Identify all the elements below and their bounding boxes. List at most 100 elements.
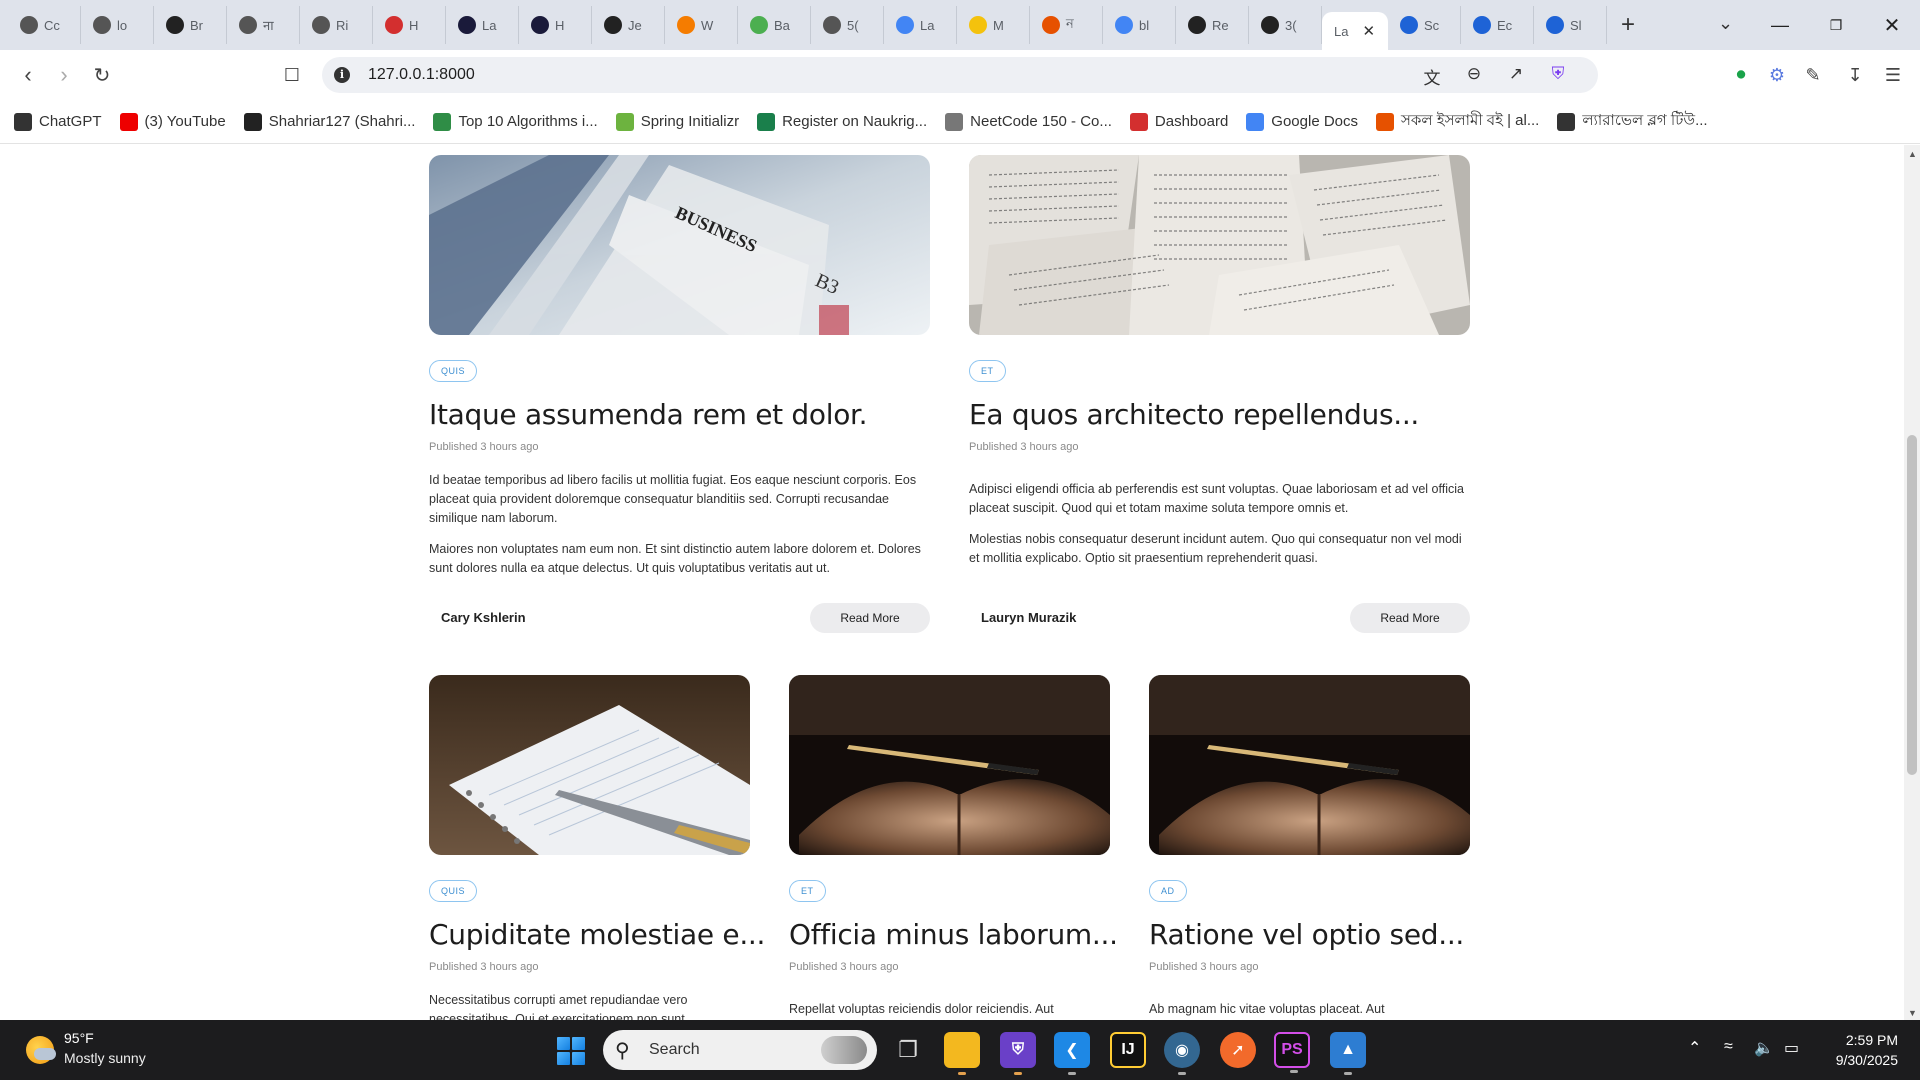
postman-icon[interactable]: ➚ (1220, 1032, 1256, 1068)
read-more-button[interactable]: Read More (810, 603, 930, 633)
task-view-icon[interactable]: ❐ (890, 1032, 926, 1068)
browser-tab[interactable]: H (519, 6, 592, 44)
taskbar-search[interactable]: ⚲ Search (603, 1030, 877, 1070)
tab-search-chevron-icon[interactable]: ⌄ (1718, 13, 1733, 34)
browser-tab[interactable]: H (373, 6, 446, 44)
translate-icon[interactable]: 文 (1420, 64, 1444, 88)
bookmark-item[interactable]: Shahriar127 (Shahri... (243, 112, 415, 131)
browser-tab[interactable]: lo (81, 6, 154, 44)
page-scrollbar[interactable]: ▲ ▼ (1904, 145, 1920, 1020)
new-tab-button[interactable]: + (1621, 11, 1635, 39)
minimize-button[interactable]: — (1752, 0, 1808, 50)
bookmark-item[interactable]: Google Docs (1246, 112, 1359, 131)
newspaper-image[interactable]: BUSINESS B3 (429, 155, 930, 335)
vpn-shield-icon[interactable]: ⛨ (1000, 1032, 1036, 1075)
vscode-icon[interactable]: ❮ (1054, 1032, 1090, 1075)
browser-tab[interactable]: Br (154, 6, 227, 44)
forward-button[interactable]: › (50, 61, 78, 89)
browser-tab[interactable]: La (446, 6, 519, 44)
battery-icon[interactable]: ▭ (1784, 1038, 1799, 1058)
bookmark-item[interactable]: Spring Initializr (615, 112, 739, 131)
weather-description[interactable]: Mostly sunny (64, 1050, 146, 1066)
download-icon[interactable]: ↧ (1842, 62, 1868, 88)
scroll-down-arrow-icon[interactable]: ▼ (1908, 1008, 1917, 1018)
postgres-icon[interactable]: ◉ (1164, 1032, 1200, 1075)
notebook-pen-image[interactable] (429, 675, 750, 855)
bookmark-icon[interactable]: ☐ (278, 61, 306, 89)
volume-icon[interactable]: 🔈 (1754, 1038, 1774, 1058)
zoom-icon[interactable]: ⊖ (1462, 64, 1486, 86)
browser-tab[interactable]: ना (227, 6, 300, 44)
bookmark-label: Google Docs (1271, 113, 1359, 130)
photos-icon[interactable]: ▲ (1330, 1032, 1366, 1075)
post-title[interactable]: Ea quos architecto repellendus... (969, 398, 1470, 431)
weather-temp[interactable]: 95°F (64, 1030, 94, 1046)
browser-tab[interactable]: 5( (811, 6, 884, 44)
browser-tab[interactable]: bl (1103, 6, 1176, 44)
bookmark-item[interactable]: ChatGPT (14, 112, 102, 131)
system-clock[interactable]: 2:59 PM 9/30/2025 (1818, 1030, 1898, 1070)
bookmark-item[interactable]: NeetCode 150 - Co... (945, 112, 1112, 131)
wifi-icon[interactable]: ≈ (1724, 1038, 1733, 1056)
bookmark-item[interactable]: সকল ইসলামী বই | al... (1376, 109, 1539, 134)
browser-tab[interactable]: La ✕ (1322, 12, 1388, 50)
browser-tab[interactable]: Cc (8, 6, 81, 44)
old-pages-image[interactable] (969, 155, 1470, 335)
share-icon[interactable]: ↗ (1504, 64, 1528, 86)
adblock-icon[interactable]: ⚫ (1728, 62, 1754, 88)
bookmark-item[interactable]: (3) YouTube (119, 112, 226, 131)
bookmark-item[interactable]: Top 10 Algorithms i... (433, 112, 598, 131)
published-time: Published 3 hours ago (969, 441, 1079, 453)
phpstorm-icon[interactable]: PS (1274, 1032, 1310, 1073)
scroll-thumb[interactable] (1907, 435, 1917, 775)
browser-tab[interactable]: Ba (738, 6, 811, 44)
category-tag[interactable]: ET (969, 360, 1006, 382)
browser-tab[interactable]: M (957, 6, 1030, 44)
bookmark-item[interactable]: Register on Naukrig... (757, 112, 927, 131)
windows-start-icon[interactable] (557, 1037, 585, 1065)
settings-extension-icon[interactable]: ⚙ (1764, 62, 1790, 88)
weather-sun-icon[interactable] (26, 1036, 56, 1064)
category-tag[interactable]: AD (1149, 880, 1187, 902)
gfg-icon (433, 112, 452, 131)
post-title[interactable]: Cupiditate molestiae e... (429, 918, 765, 951)
menu-icon[interactable]: ☰ (1880, 62, 1906, 88)
browser-tab[interactable]: Re (1176, 6, 1249, 44)
category-tag[interactable]: QUIS (429, 880, 478, 902)
browser-tab[interactable]: ন (1030, 6, 1103, 44)
intellij-icon[interactable]: IJ (1110, 1032, 1146, 1068)
read-more-button[interactable]: Read More (1350, 603, 1470, 633)
post-title[interactable]: Ratione vel optio sed... (1149, 918, 1470, 951)
browser-tab[interactable]: W (665, 6, 738, 44)
url-text[interactable]: 127.0.0.1:8000 (368, 66, 475, 84)
close-tab-icon[interactable]: ✕ (1362, 22, 1375, 40)
scroll-up-arrow-icon[interactable]: ▲ (1908, 149, 1917, 159)
bookmark-item[interactable]: ল্যারাভেল ব্লগ টিউ... (1557, 109, 1708, 134)
file-explorer-icon[interactable] (944, 1032, 980, 1075)
open-book-pen-image[interactable] (1149, 675, 1470, 855)
extensions-icon[interactable]: ✎ (1800, 62, 1826, 88)
back-button[interactable]: ‹ (14, 61, 42, 89)
browser-tab[interactable]: Je (592, 6, 665, 44)
browser-tab[interactable]: La (884, 6, 957, 44)
site-info-icon[interactable]: i (334, 67, 350, 83)
open-book-pen-image[interactable] (789, 675, 1110, 855)
coin-icon (969, 16, 987, 34)
restore-button[interactable]: ❐ (1808, 0, 1864, 50)
post-title[interactable]: Officia minus laborum... (789, 918, 1118, 951)
close-window-button[interactable]: ✕ (1864, 0, 1920, 50)
bookmark-item[interactable]: Dashboard (1129, 112, 1229, 131)
browser-tab[interactable]: Sc (1388, 6, 1461, 44)
post-title[interactable]: Itaque assumenda rem et dolor. (429, 398, 930, 431)
browser-tab[interactable]: Ec (1461, 6, 1534, 44)
category-tag[interactable]: ET (789, 880, 826, 902)
bookmark-label: Dashboard (1154, 113, 1229, 130)
category-tag[interactable]: QUIS (429, 360, 478, 382)
tray-chevron-icon[interactable]: ⌃ (1688, 1038, 1701, 1058)
address-bar[interactable]: i 127.0.0.1:8000 文 ⊖ ↗ ⛨ (322, 57, 1598, 93)
reload-button[interactable]: ↻ (88, 61, 116, 89)
browser-tab[interactable]: 3( (1249, 6, 1322, 44)
browser-tab[interactable]: Ri (300, 6, 373, 44)
shield-extension-icon[interactable]: ⛨ (1546, 64, 1570, 86)
browser-tab[interactable]: Sl (1534, 6, 1607, 44)
